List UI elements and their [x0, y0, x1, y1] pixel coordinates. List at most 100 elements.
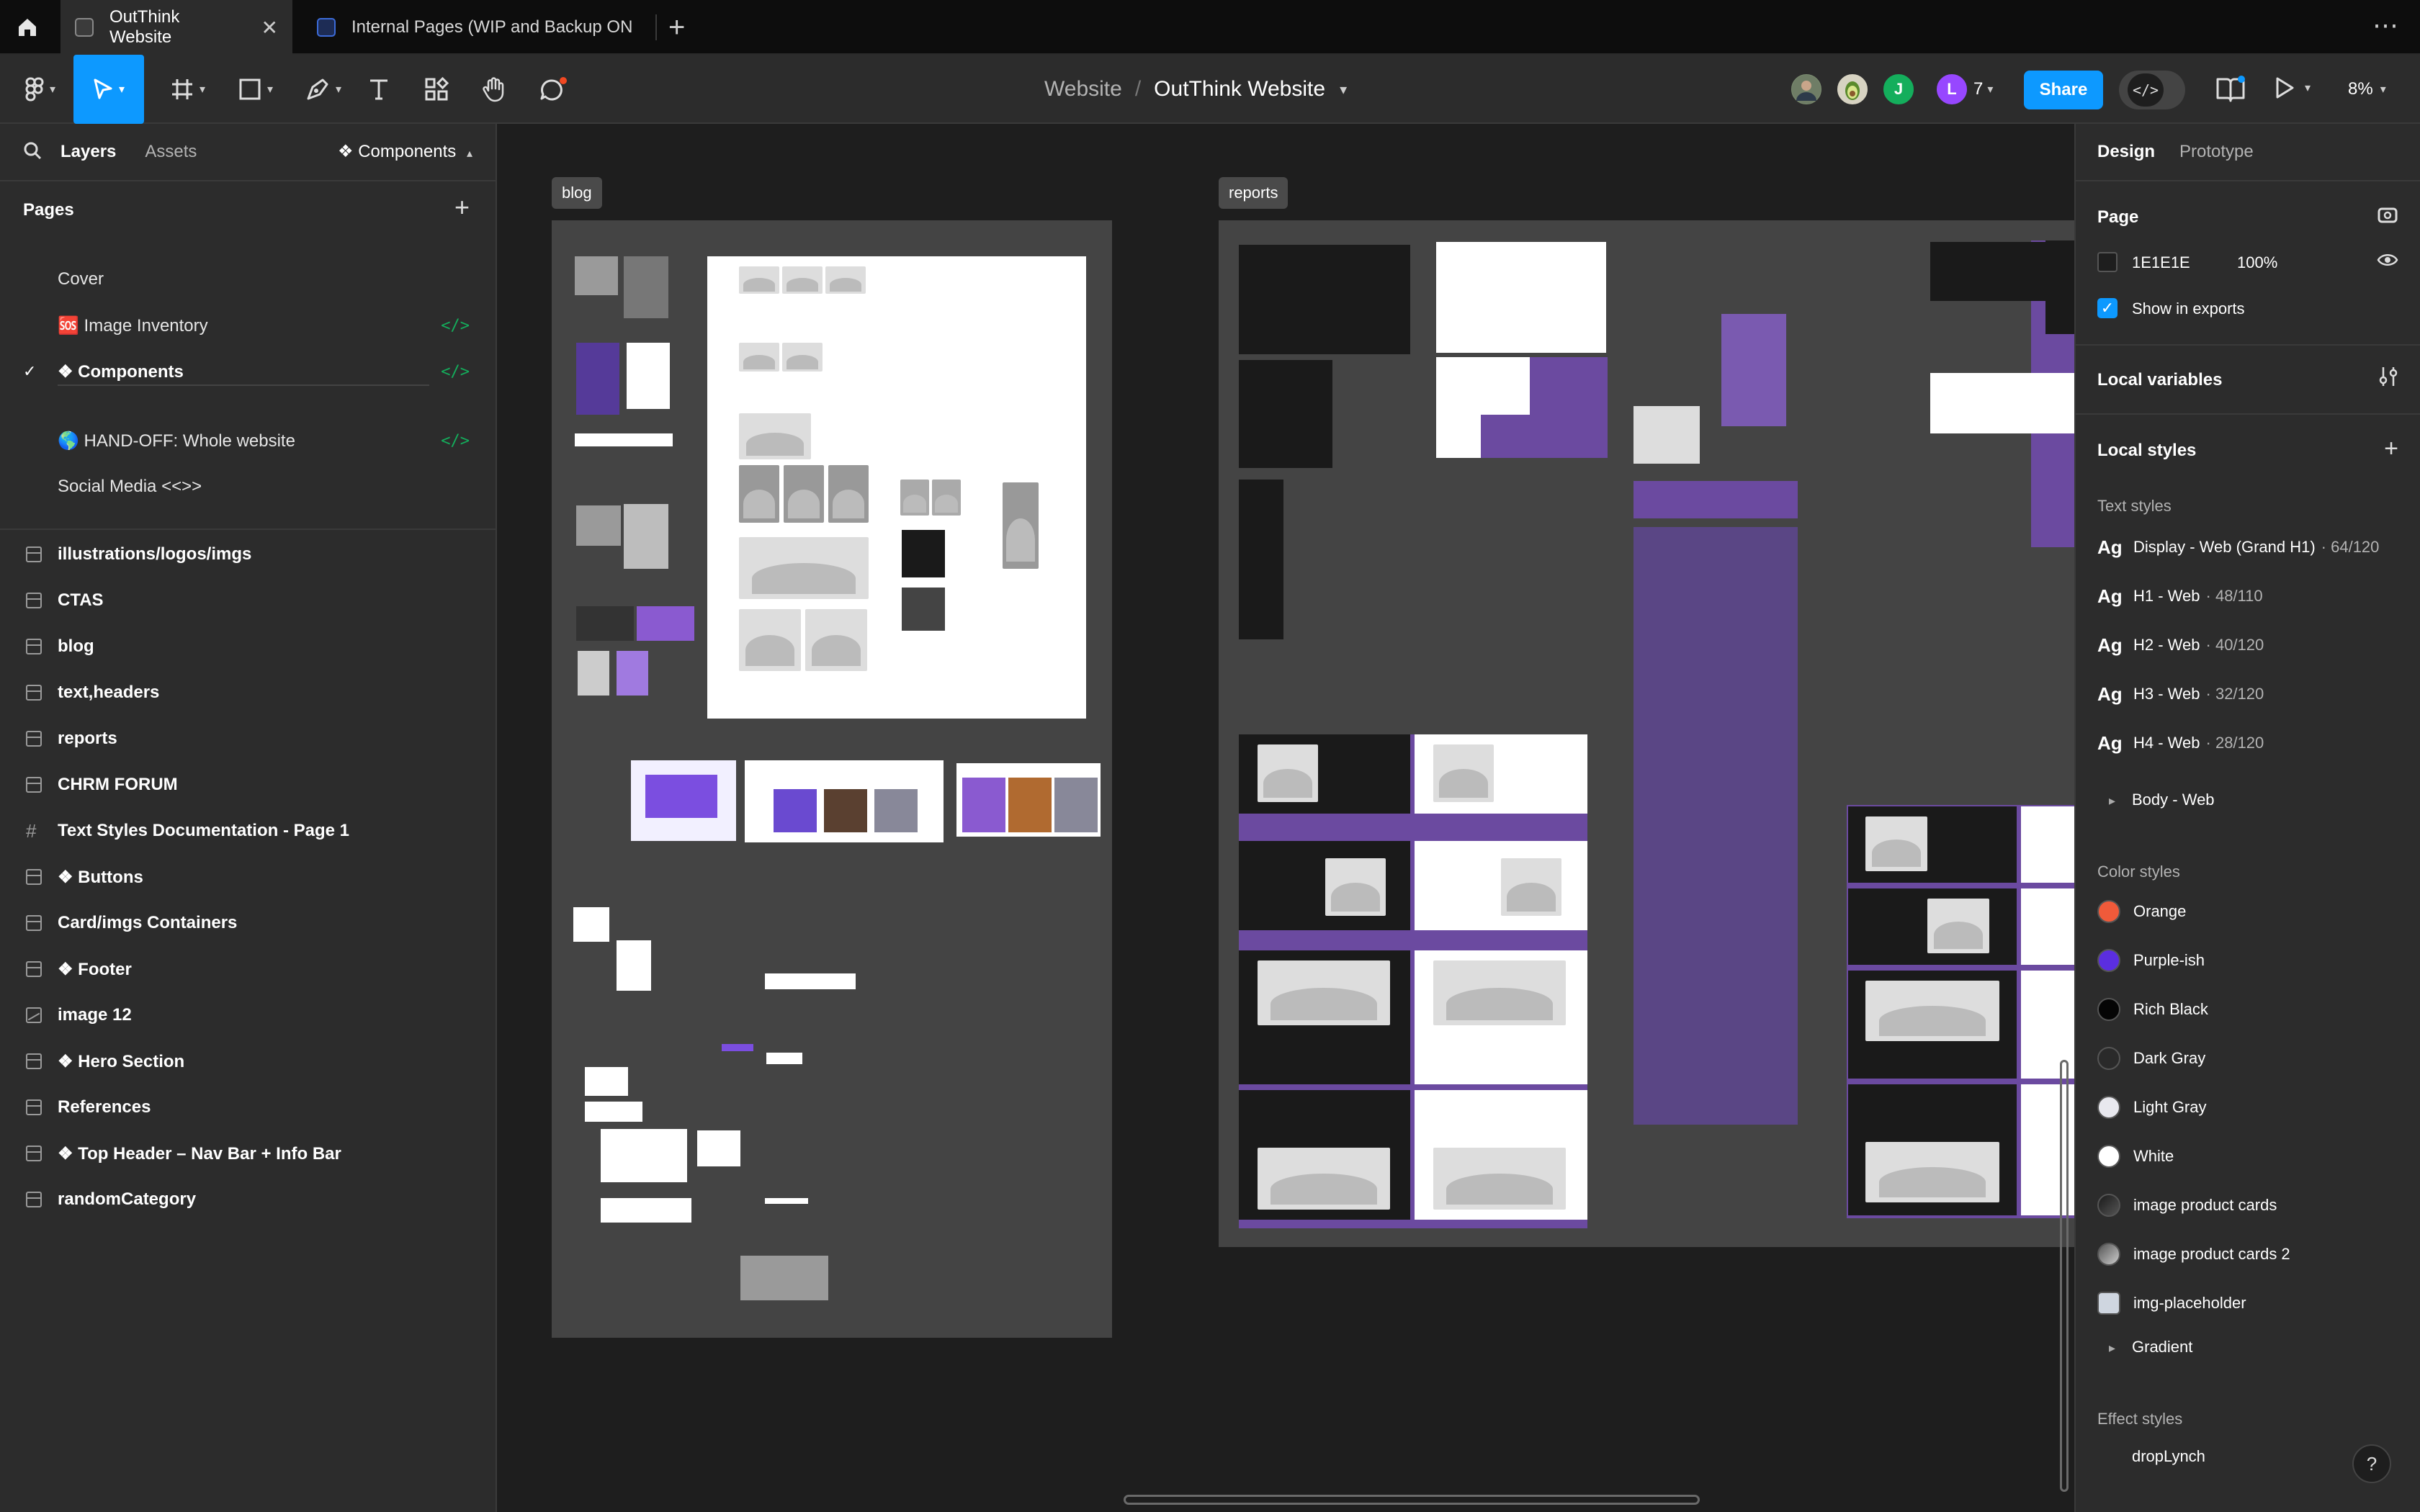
eye-icon[interactable] [2377, 251, 2398, 274]
layer-item[interactable]: ❖ Footer [0, 946, 497, 992]
page-dropdown[interactable]: ❖ Components ▴ [338, 141, 472, 162]
page-item-social-media[interactable]: Social Media <<>> [0, 465, 497, 508]
image-icon [26, 1007, 42, 1023]
close-icon[interactable]: ✕ [261, 16, 278, 40]
layer-item[interactable]: illustrations/logos/imgs [0, 531, 497, 577]
move-tool-button[interactable]: ▾ [73, 55, 144, 124]
export-settings-icon[interactable] [2377, 204, 2398, 231]
tab-design[interactable]: Design [2097, 142, 2155, 162]
page-item-image-inventory[interactable]: 🆘 Image Inventory </> [0, 304, 497, 347]
layer-item[interactable]: Card/imgs Containers [0, 900, 497, 946]
add-page-button[interactable]: + [454, 194, 470, 220]
page-item-cover[interactable]: Cover [0, 258, 497, 301]
zoom-control[interactable]: 8% ▾ [2348, 72, 2386, 107]
page-item-hand-off[interactable]: 🌎 HAND-OFF: Whole website </> [0, 419, 497, 462]
comment-tool-button[interactable] [536, 55, 572, 124]
page-color-hex[interactable]: 1E1E1E [2132, 253, 2190, 272]
text-style-item[interactable]: Ag H1 - Web · 48/110 [2097, 582, 2263, 611]
color-style-item[interactable]: image product cards 2 [2097, 1240, 2290, 1269]
avatar[interactable] [1835, 72, 1870, 107]
avatar[interactable]: J [1881, 72, 1916, 107]
page-label: Cover [58, 269, 104, 289]
new-tab-button[interactable]: + [668, 12, 685, 43]
chevron-down-icon[interactable]: ▾ [1340, 81, 1347, 99]
layer-item[interactable]: ❖ Buttons [0, 854, 497, 900]
checkmark-icon: ✓ [23, 362, 37, 380]
layer-item[interactable]: ❖ Hero Section [0, 1038, 497, 1084]
layer-label: CHRM FORUM [58, 775, 178, 794]
layer-item[interactable]: text,headers [0, 670, 497, 716]
sliders-icon[interactable] [2378, 366, 2398, 392]
frame-icon: # [26, 820, 37, 842]
layer-item[interactable]: ❖ Top Header – Nav Bar + Info Bar [0, 1130, 497, 1176]
resources-button[interactable] [421, 55, 452, 124]
help-button[interactable]: ? [2352, 1444, 2391, 1483]
layer-item[interactable]: References [0, 1084, 497, 1130]
home-icon[interactable] [13, 13, 42, 42]
tab-prototype[interactable]: Prototype [2179, 142, 2254, 162]
search-icon[interactable] [23, 141, 42, 163]
layer-item[interactable]: # Text Styles Documentation - Page 1 [0, 808, 497, 854]
layer-item[interactable]: image 12 [0, 992, 497, 1038]
color-style-item[interactable]: Orange [2097, 897, 2186, 926]
pen-tool-button[interactable]: ▾ [295, 55, 351, 124]
library-button[interactable] [2215, 75, 2246, 107]
page-item-components[interactable]: ✓ ❖ Components </> [0, 350, 497, 393]
tab-layers[interactable]: Layers [60, 142, 116, 162]
section-label-blog[interactable]: blog [552, 177, 602, 209]
file-name[interactable]: OutThink Website [1154, 77, 1325, 102]
color-style-item[interactable]: Rich Black [2097, 995, 2208, 1024]
present-button[interactable]: ▾ [2275, 76, 2311, 99]
add-style-button[interactable]: + [2384, 435, 2398, 463]
color-style-item[interactable]: Dark Gray [2097, 1044, 2205, 1073]
effect-style-item[interactable]: dropLynch [2132, 1447, 2205, 1466]
main-menu-button[interactable]: ▾ [17, 55, 63, 124]
canvas[interactable]: blog reports [498, 124, 2074, 1512]
color-style-item[interactable]: img-placeholder [2097, 1289, 2246, 1318]
share-button[interactable]: Share [2024, 71, 2103, 109]
text-style-item[interactable]: Ag H3 - Web · 32/120 [2097, 680, 2264, 708]
shape-tool-button[interactable]: ▾ [228, 55, 284, 124]
section-blog[interactable] [552, 220, 1112, 1338]
page-opacity[interactable]: 100% [2237, 253, 2277, 272]
tab-assets[interactable]: Assets [145, 142, 197, 162]
layer-item[interactable]: CTAS [0, 577, 497, 624]
text-style-item[interactable]: Ag H4 - Web · 28/120 [2097, 729, 2264, 757]
frame-tool-button[interactable]: ▾ [160, 55, 216, 124]
dev-mode-toggle[interactable]: </> [2119, 71, 2185, 109]
text-style-name: H4 - Web [2133, 734, 2200, 752]
more-icon[interactable]: ⋯ [2372, 10, 2400, 40]
page-label: ❖ Components [58, 361, 184, 382]
color-style-item[interactable]: image product cards [2097, 1191, 2277, 1220]
section-label-reports[interactable]: reports [1219, 177, 1289, 209]
chevron-right-icon[interactable]: ▸ [2109, 793, 2115, 809]
hand-tool-button[interactable] [478, 55, 510, 124]
local-variables-heading[interactable]: Local variables [2097, 370, 2222, 390]
color-style-group-gradient[interactable]: Gradient [2132, 1338, 2192, 1356]
color-style-item[interactable]: White [2097, 1142, 2174, 1171]
horizontal-scrollbar[interactable] [1124, 1495, 1700, 1505]
text-style-meta: · 48/110 [2205, 587, 2263, 605]
color-style-item[interactable]: Purple-ish [2097, 946, 2205, 975]
text-tool-button[interactable] [363, 55, 395, 124]
text-style-group-body[interactable]: Body - Web [2132, 791, 2215, 809]
image-placeholder [825, 266, 866, 294]
layer-item[interactable]: CHRM FORUM [0, 762, 497, 808]
vertical-scrollbar[interactable] [2060, 1060, 2069, 1492]
color-style-item[interactable]: Light Gray [2097, 1093, 2207, 1122]
chevron-right-icon[interactable]: ▸ [2109, 1341, 2115, 1356]
avatar[interactable] [1789, 72, 1824, 107]
collaborator-count[interactable]: 7 ▾ [1973, 72, 1993, 107]
tab-outthink-website[interactable]: OutThink Website ✕ [60, 0, 292, 55]
report-thumbnail [2045, 373, 2074, 433]
avatar[interactable]: L [1935, 72, 1969, 107]
layer-item[interactable]: blog [0, 624, 497, 670]
text-style-item[interactable]: Ag H2 - Web · 40/120 [2097, 631, 2264, 660]
layer-item[interactable]: reports [0, 716, 497, 762]
layer-item[interactable]: randomCategory [0, 1176, 497, 1223]
text-style-item[interactable]: Ag Display - Web (Grand H1) · 64/120 [2097, 533, 2379, 562]
page-color-swatch[interactable] [2097, 252, 2118, 272]
project-link[interactable]: Website [1044, 77, 1122, 102]
tab-internal-pages[interactable]: Internal Pages (WIP and Backup ONL [302, 0, 655, 55]
show-in-exports-checkbox[interactable]: ✓ [2097, 298, 2118, 318]
